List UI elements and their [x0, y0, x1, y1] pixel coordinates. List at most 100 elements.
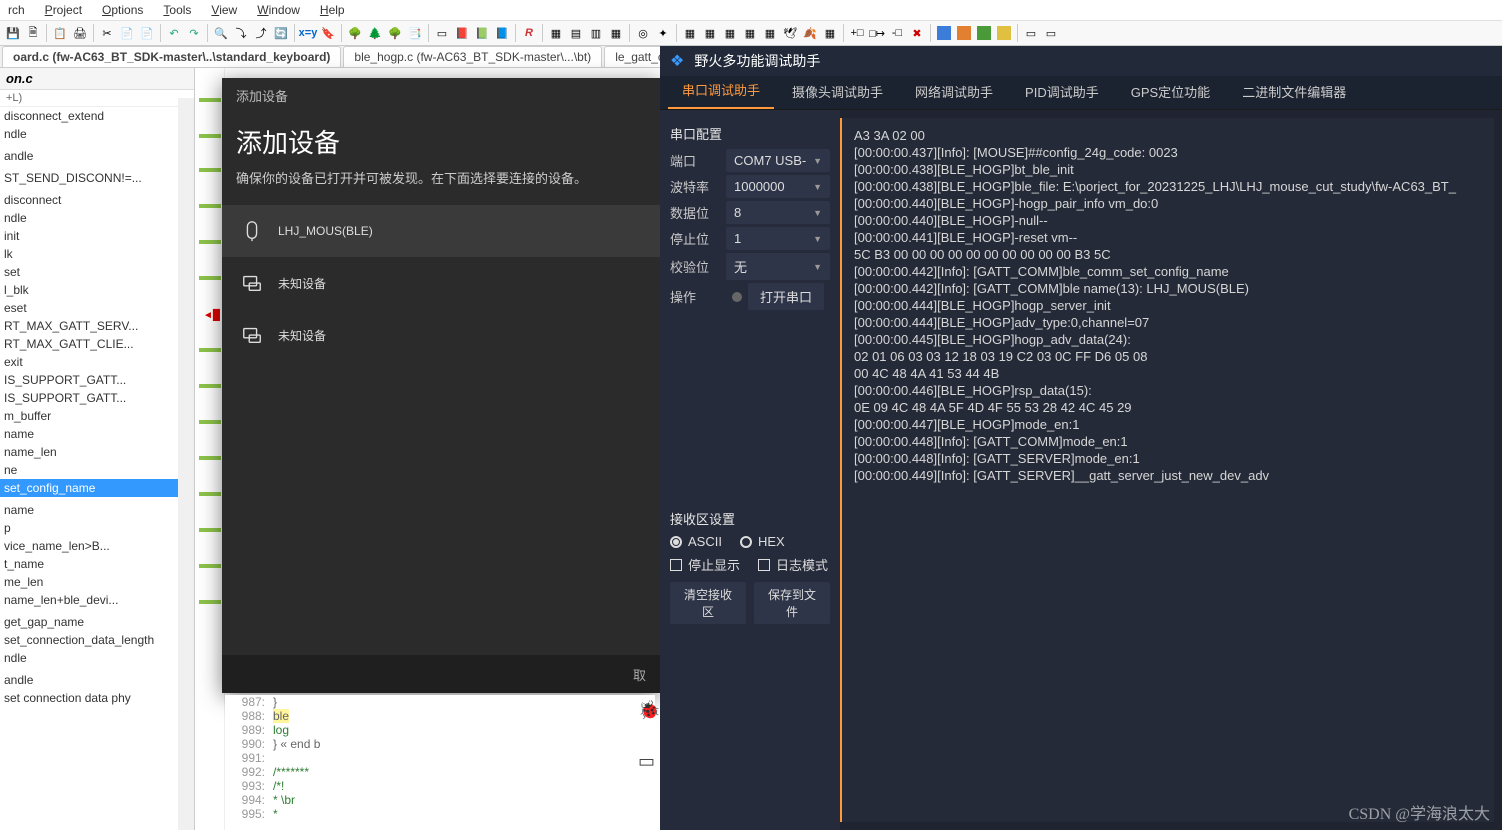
- tb-target-icon[interactable]: ◎: [634, 24, 652, 42]
- device-item[interactable]: LHJ_MOUS(BLE): [222, 205, 660, 257]
- tb-sq-c[interactable]: [975, 24, 993, 42]
- menu-options[interactable]: Options: [94, 1, 151, 19]
- outline-item[interactable]: name: [0, 425, 194, 443]
- outline-item[interactable]: vice_name_len>B...: [0, 537, 194, 555]
- tb-redo-icon[interactable]: ↷: [185, 24, 203, 42]
- bug-icon[interactable]: 🐞: [638, 700, 660, 721]
- outline-item[interactable]: name: [0, 501, 194, 519]
- outline-item[interactable]: name_len: [0, 443, 194, 461]
- outline-item[interactable]: disconnect_extend: [0, 107, 194, 125]
- cancel-button[interactable]: 取: [633, 668, 646, 683]
- menu-search[interactable]: rch: [0, 1, 33, 19]
- tb-tree3-icon[interactable]: 🌳: [386, 24, 404, 42]
- tb-print-icon[interactable]: 🖨: [71, 24, 89, 42]
- menu-window[interactable]: Window: [249, 1, 308, 19]
- outline-item[interactable]: ST_SEND_DISCONN!=...: [0, 169, 194, 187]
- tb-grid1-icon[interactable]: ▦: [681, 24, 699, 42]
- menu-project[interactable]: PProjectroject: [37, 1, 90, 19]
- tb-saveall-icon[interactable]: 🗎: [24, 24, 42, 42]
- tb-grid3-icon[interactable]: ▦: [721, 24, 739, 42]
- outline-item[interactable]: disconnect: [0, 191, 194, 209]
- tb-grid2-icon[interactable]: ▦: [701, 24, 719, 42]
- menu-view[interactable]: View: [203, 1, 245, 19]
- app-tab[interactable]: 二进制文件编辑器: [1228, 74, 1360, 109]
- tb-dove-icon[interactable]: 🕊: [781, 24, 799, 42]
- tb-layout4-icon[interactable]: ▦: [607, 24, 625, 42]
- tb-replace-icon[interactable]: 🔄: [272, 24, 290, 42]
- tb-copy-icon[interactable]: 📋: [51, 24, 69, 42]
- outline-item[interactable]: IS_SUPPORT_GATT...: [0, 389, 194, 407]
- baud-select[interactable]: 1000000▼: [726, 175, 830, 198]
- tb-xy-icon[interactable]: x=y: [299, 24, 317, 42]
- outline-item[interactable]: exit: [0, 353, 194, 371]
- outline-item[interactable]: get_gap_name: [0, 613, 194, 631]
- tab-blehogp[interactable]: ble_hogp.c (fw-AC63_BT_SDK-master\...\bt…: [343, 46, 602, 67]
- outline-item[interactable]: set connection data phy: [0, 689, 194, 707]
- tb-del-icon[interactable]: ✖: [908, 24, 926, 42]
- tb-sq-b[interactable]: [955, 24, 973, 42]
- tb-lay-b[interactable]: ▭: [1042, 24, 1060, 42]
- menu-help[interactable]: Help: [312, 1, 353, 19]
- clear-recv-button[interactable]: 清空接收区: [670, 582, 746, 624]
- stop-display-checkbox[interactable]: 停止显示: [670, 555, 740, 574]
- app-tab[interactable]: 摄像头调试助手: [778, 74, 897, 109]
- app-tab[interactable]: 网络调试助手: [901, 74, 1007, 109]
- tb-grid4-icon[interactable]: ▦: [741, 24, 759, 42]
- outline-item[interactable]: t_name: [0, 555, 194, 573]
- device-item[interactable]: 未知设备: [222, 309, 660, 361]
- outline-item[interactable]: init: [0, 227, 194, 245]
- outline-item[interactable]: ndle: [0, 649, 194, 667]
- tb-book-icon[interactable]: 📕: [453, 24, 471, 42]
- outline-item[interactable]: IS_SUPPORT_GATT...: [0, 371, 194, 389]
- outline-item[interactable]: ne: [0, 461, 194, 479]
- tb-tree2-icon[interactable]: 🌲: [366, 24, 384, 42]
- port-select[interactable]: COM7 USB-▼: [726, 149, 830, 172]
- outline-item[interactable]: set_config_name: [0, 479, 194, 497]
- open-port-button[interactable]: 打开串口: [748, 283, 824, 310]
- tab-board[interactable]: oard.c (fw-AC63_BT_SDK-master\..\standar…: [2, 46, 341, 67]
- outline-list[interactable]: disconnect_extendndle andle ST_SEND_DISCON…: [0, 107, 194, 707]
- app-tab[interactable]: PID调试助手: [1011, 74, 1113, 109]
- tb-grid6-icon[interactable]: ▦: [821, 24, 839, 42]
- tb-tree4-icon[interactable]: 📑: [406, 24, 424, 42]
- tb-star-icon[interactable]: ✦: [654, 24, 672, 42]
- tb-sq-d[interactable]: [995, 24, 1013, 42]
- outline-item[interactable]: p: [0, 519, 194, 537]
- tb-findnext-icon[interactable]: ⤵: [232, 24, 250, 42]
- parity-select[interactable]: 无▼: [726, 253, 830, 280]
- tb-paste2-icon[interactable]: 📄: [138, 24, 156, 42]
- code-editor[interactable]: 987:}988:ble989:log990:} « end b991:992:…: [225, 695, 655, 825]
- tb-grid5-icon[interactable]: ▦: [761, 24, 779, 42]
- app-tab[interactable]: 串口调试助手: [668, 72, 774, 109]
- log-mode-checkbox[interactable]: 日志模式: [758, 555, 828, 574]
- scrollbar[interactable]: [178, 98, 194, 830]
- tb-minus-icon[interactable]: -□: [888, 24, 906, 42]
- stop-select[interactable]: 1▼: [726, 227, 830, 250]
- outline-item[interactable]: me_len: [0, 573, 194, 591]
- tb-lay-a[interactable]: ▭: [1022, 24, 1040, 42]
- ascii-radio[interactable]: ASCII: [670, 534, 722, 549]
- tb-layout2-icon[interactable]: ▤: [567, 24, 585, 42]
- outline-item[interactable]: m_buffer: [0, 407, 194, 425]
- tb-plus-icon[interactable]: +□: [848, 24, 866, 42]
- tb-findprev-icon[interactable]: ⤴: [252, 24, 270, 42]
- outline-item[interactable]: set: [0, 263, 194, 281]
- menu-tools[interactable]: Tools: [155, 1, 199, 19]
- outline-item[interactable]: eset: [0, 299, 194, 317]
- outline-item[interactable]: ndle: [0, 209, 194, 227]
- tb-find-icon[interactable]: 🔍: [212, 24, 230, 42]
- outline-item[interactable]: RT_MAX_GATT_CLIE...: [0, 335, 194, 353]
- tb-cut-icon[interactable]: ✂: [98, 24, 116, 42]
- tb-window-icon[interactable]: ▭: [433, 24, 451, 42]
- tb-tree-icon[interactable]: 🌳: [346, 24, 364, 42]
- outline-item[interactable]: andle: [0, 147, 194, 165]
- tb-sq-a[interactable]: [935, 24, 953, 42]
- tb-layout3-icon[interactable]: ▥: [587, 24, 605, 42]
- tb-undo-icon[interactable]: ↶: [165, 24, 183, 42]
- data-select[interactable]: 8▼: [726, 201, 830, 224]
- tb-paste-icon[interactable]: 📄: [118, 24, 136, 42]
- outline-item[interactable]: l_blk: [0, 281, 194, 299]
- outline-item[interactable]: set_connection_data_length: [0, 631, 194, 649]
- hex-radio[interactable]: HEX: [740, 534, 785, 549]
- outline-item[interactable]: RT_MAX_GATT_SERV...: [0, 317, 194, 335]
